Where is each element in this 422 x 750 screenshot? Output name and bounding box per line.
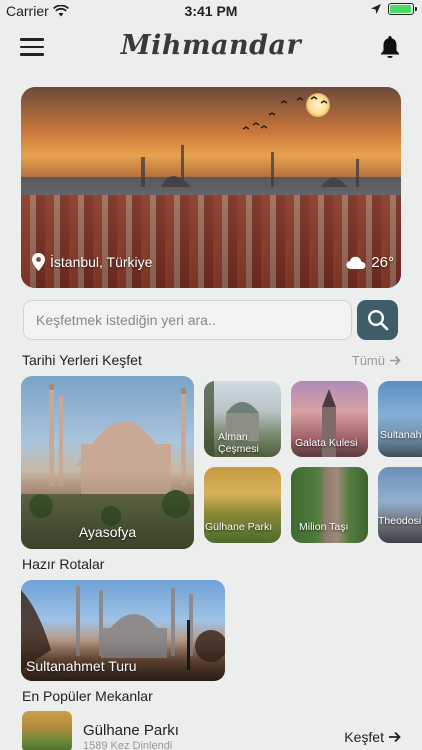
battery-fill — [390, 5, 411, 13]
route-card-label: Sultanahmet Turu — [26, 657, 137, 674]
hamburger-icon-line — [20, 38, 44, 41]
popular-section-title: En Popüler Mekanlar — [22, 688, 153, 704]
cloud-icon — [346, 256, 366, 269]
arrow-right-icon — [389, 731, 401, 743]
route-card[interactable]: Sultanahmet Turu — [21, 580, 225, 681]
popular-item-listens: 1589 Kez Dinlendi — [83, 740, 173, 750]
map-pin-icon — [32, 253, 45, 271]
explore-label: Keşfet — [344, 729, 384, 745]
sultanahmet-camii-image — [378, 381, 422, 457]
status-right — [370, 3, 417, 15]
see-all-link[interactable]: Tümü — [352, 353, 401, 368]
nav-bar: Mihmandar — [0, 24, 422, 70]
status-time: 3:41 PM — [184, 3, 238, 19]
menu-button[interactable] — [20, 38, 44, 56]
place-card-label: Theodosius Dikilitaşı — [378, 515, 422, 527]
theodosius-dikilitasi-image — [378, 467, 422, 543]
hero-temperature: 26° — [371, 254, 394, 271]
routes-section-title: Hazır Rotalar — [22, 556, 105, 572]
tower-silhouette-graphic — [141, 145, 359, 187]
see-all-label: Tümü — [351, 353, 385, 368]
place-card[interactable]: Theodosius Dikilitaşı — [378, 467, 422, 543]
gulhane-parki-thumb-image — [22, 711, 72, 750]
historic-section-title: Tarihi Yerleri Keşfet — [22, 352, 142, 368]
search-button[interactable] — [357, 300, 398, 340]
place-card[interactable]: Sultanahmet Camii — [378, 381, 422, 457]
battery-icon — [388, 3, 417, 15]
birds-graphic — [242, 96, 328, 130]
hero-location: İstanbul, Türkiye — [32, 253, 152, 271]
hero-weather: 26° — [346, 254, 394, 271]
place-card[interactable]: Alman Çeşmesi — [204, 381, 281, 457]
place-card[interactable]: Galata Kulesi — [291, 381, 368, 457]
hero-banner[interactable]: İstanbul, Türkiye 26° — [21, 87, 401, 288]
place-card-label: Gülhane Parkı — [205, 521, 273, 533]
search-icon — [367, 309, 388, 331]
place-card[interactable]: Milion Taşı — [291, 467, 368, 543]
arrow-right-icon — [390, 355, 401, 366]
hamburger-icon-line — [20, 53, 44, 56]
place-card-featured[interactable]: Ayasofya — [21, 376, 194, 549]
app-title: Mihmandar — [120, 30, 302, 61]
status-bar: Carrier 3:41 PM — [0, 0, 422, 22]
place-card-label: Alman Çeşmesi — [218, 430, 259, 455]
rooftops-graphic — [21, 195, 401, 288]
place-card[interactable]: Gülhane Parkı — [204, 467, 281, 543]
place-card-label: Milion Taşı — [299, 521, 349, 533]
place-card-label: Galata Kulesi — [295, 437, 358, 449]
hero-location-label: İstanbul, Türkiye — [50, 254, 153, 270]
bell-icon[interactable] — [378, 34, 402, 60]
explore-button[interactable]: Keşfet — [344, 729, 401, 745]
place-card-label: Sultanahmet Camii — [380, 429, 422, 441]
popular-item-thumbnail[interactable] — [22, 711, 72, 750]
popular-item-name[interactable]: Gülhane Parkı — [83, 722, 179, 739]
hamburger-icon-line — [20, 45, 44, 48]
place-card-label: Ayasofya — [78, 523, 137, 540]
search-input[interactable] — [23, 300, 352, 340]
location-arrow-icon — [371, 4, 381, 14]
